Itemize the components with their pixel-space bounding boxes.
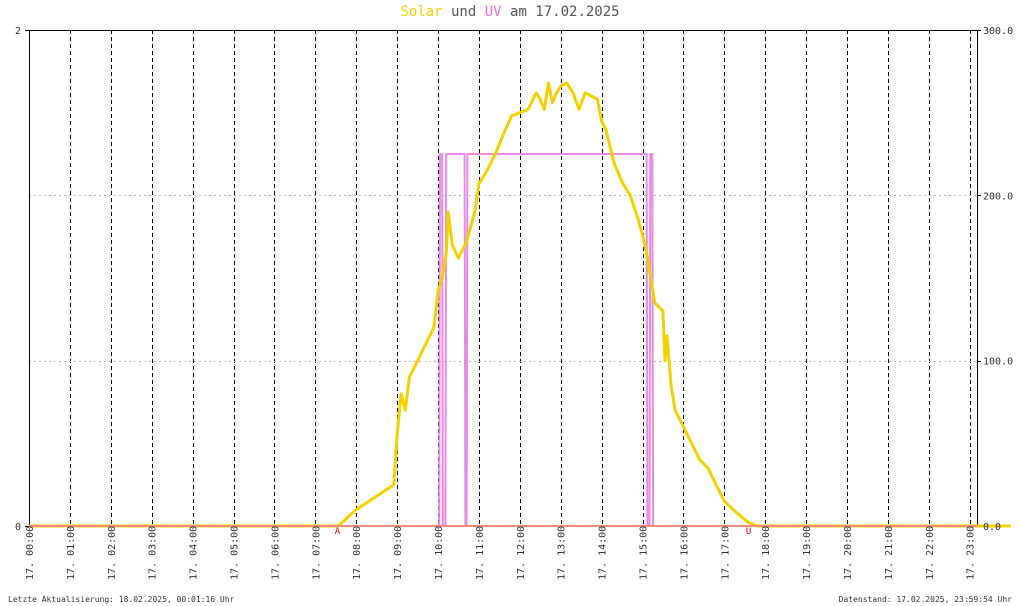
sunset-marker: U: [746, 527, 751, 537]
left-tick-label: 2: [15, 26, 21, 37]
right-tick-label: 0.0: [983, 522, 1001, 533]
x-tick-label: 17. 11:00: [475, 526, 486, 580]
x-tick-label: 17. 04:00: [189, 526, 200, 580]
x-tick-label: 17. 19:00: [802, 526, 813, 580]
sunrise-marker: A: [335, 527, 341, 537]
x-tick-label: 17. 22:00: [925, 526, 936, 580]
x-tick-label: 17. 05:00: [230, 526, 241, 580]
axes: [25, 30, 981, 527]
x-tick-label: 17. 01:00: [66, 526, 77, 580]
x-tick-label: 17. 12:00: [516, 526, 527, 580]
x-tick-label: 17. 03:00: [148, 526, 159, 580]
x-tick-label: 17. 13:00: [557, 526, 568, 580]
x-tick-label: 17. 06:00: [270, 526, 281, 580]
x-tick-label: 17. 21:00: [884, 526, 895, 580]
chart-title: Solar und UV am 17.02.2025: [0, 4, 1020, 20]
title-date: am 17.02.2025: [510, 4, 620, 20]
x-tick-label: 17. 10:00: [434, 526, 445, 580]
x-tick-label: 17. 20:00: [843, 526, 854, 580]
x-tick-label: 17. 00:00: [25, 526, 36, 580]
title-solar: Solar: [400, 4, 443, 20]
x-tick-label: 17. 18:00: [761, 526, 772, 580]
x-tick-label: 17. 17:00: [720, 526, 731, 580]
title-und: und: [450, 4, 477, 20]
solar-series-line: [29, 81, 1011, 528]
x-tick-label: 17. 23:00: [966, 526, 977, 580]
x-tick-label: 17. 16:00: [679, 526, 690, 580]
right-tick-label: 300.0: [983, 26, 1013, 37]
x-tick-label: 17. 08:00: [352, 526, 363, 580]
x-tick-label: 17. 07:00: [311, 526, 322, 580]
right-tick-label: 200.0: [983, 191, 1013, 202]
title-uv: UV: [484, 4, 502, 20]
series-layer: [29, 81, 1011, 528]
grid-lines: [29, 30, 977, 526]
x-tick-label: 17. 09:00: [393, 526, 404, 580]
x-tick-label: 17. 15:00: [639, 526, 650, 580]
last-update-text: Letzte Aktualisierung: 18.02.2025, 00:01…: [8, 595, 235, 604]
solar-uv-chart: 0 2 0.0 100.0 200.0 300.0 17. 00:00 17. 01:00 17…: [15, 26, 1013, 580]
uv-series-line: [29, 153, 1011, 527]
tick-labels: 0 2 0.0 100.0 200.0 300.0 17. 00:00 17. 01:00 17…: [15, 26, 1013, 580]
right-tick-label: 100.0: [983, 357, 1013, 368]
x-tick-label: 17. 14:00: [598, 526, 609, 580]
x-tick-label: 17. 02:00: [107, 526, 118, 580]
data-status-text: Datenstand: 17.02.2025, 23:59:54 Uhr: [838, 595, 1012, 604]
left-tick-label: 0: [15, 522, 21, 533]
